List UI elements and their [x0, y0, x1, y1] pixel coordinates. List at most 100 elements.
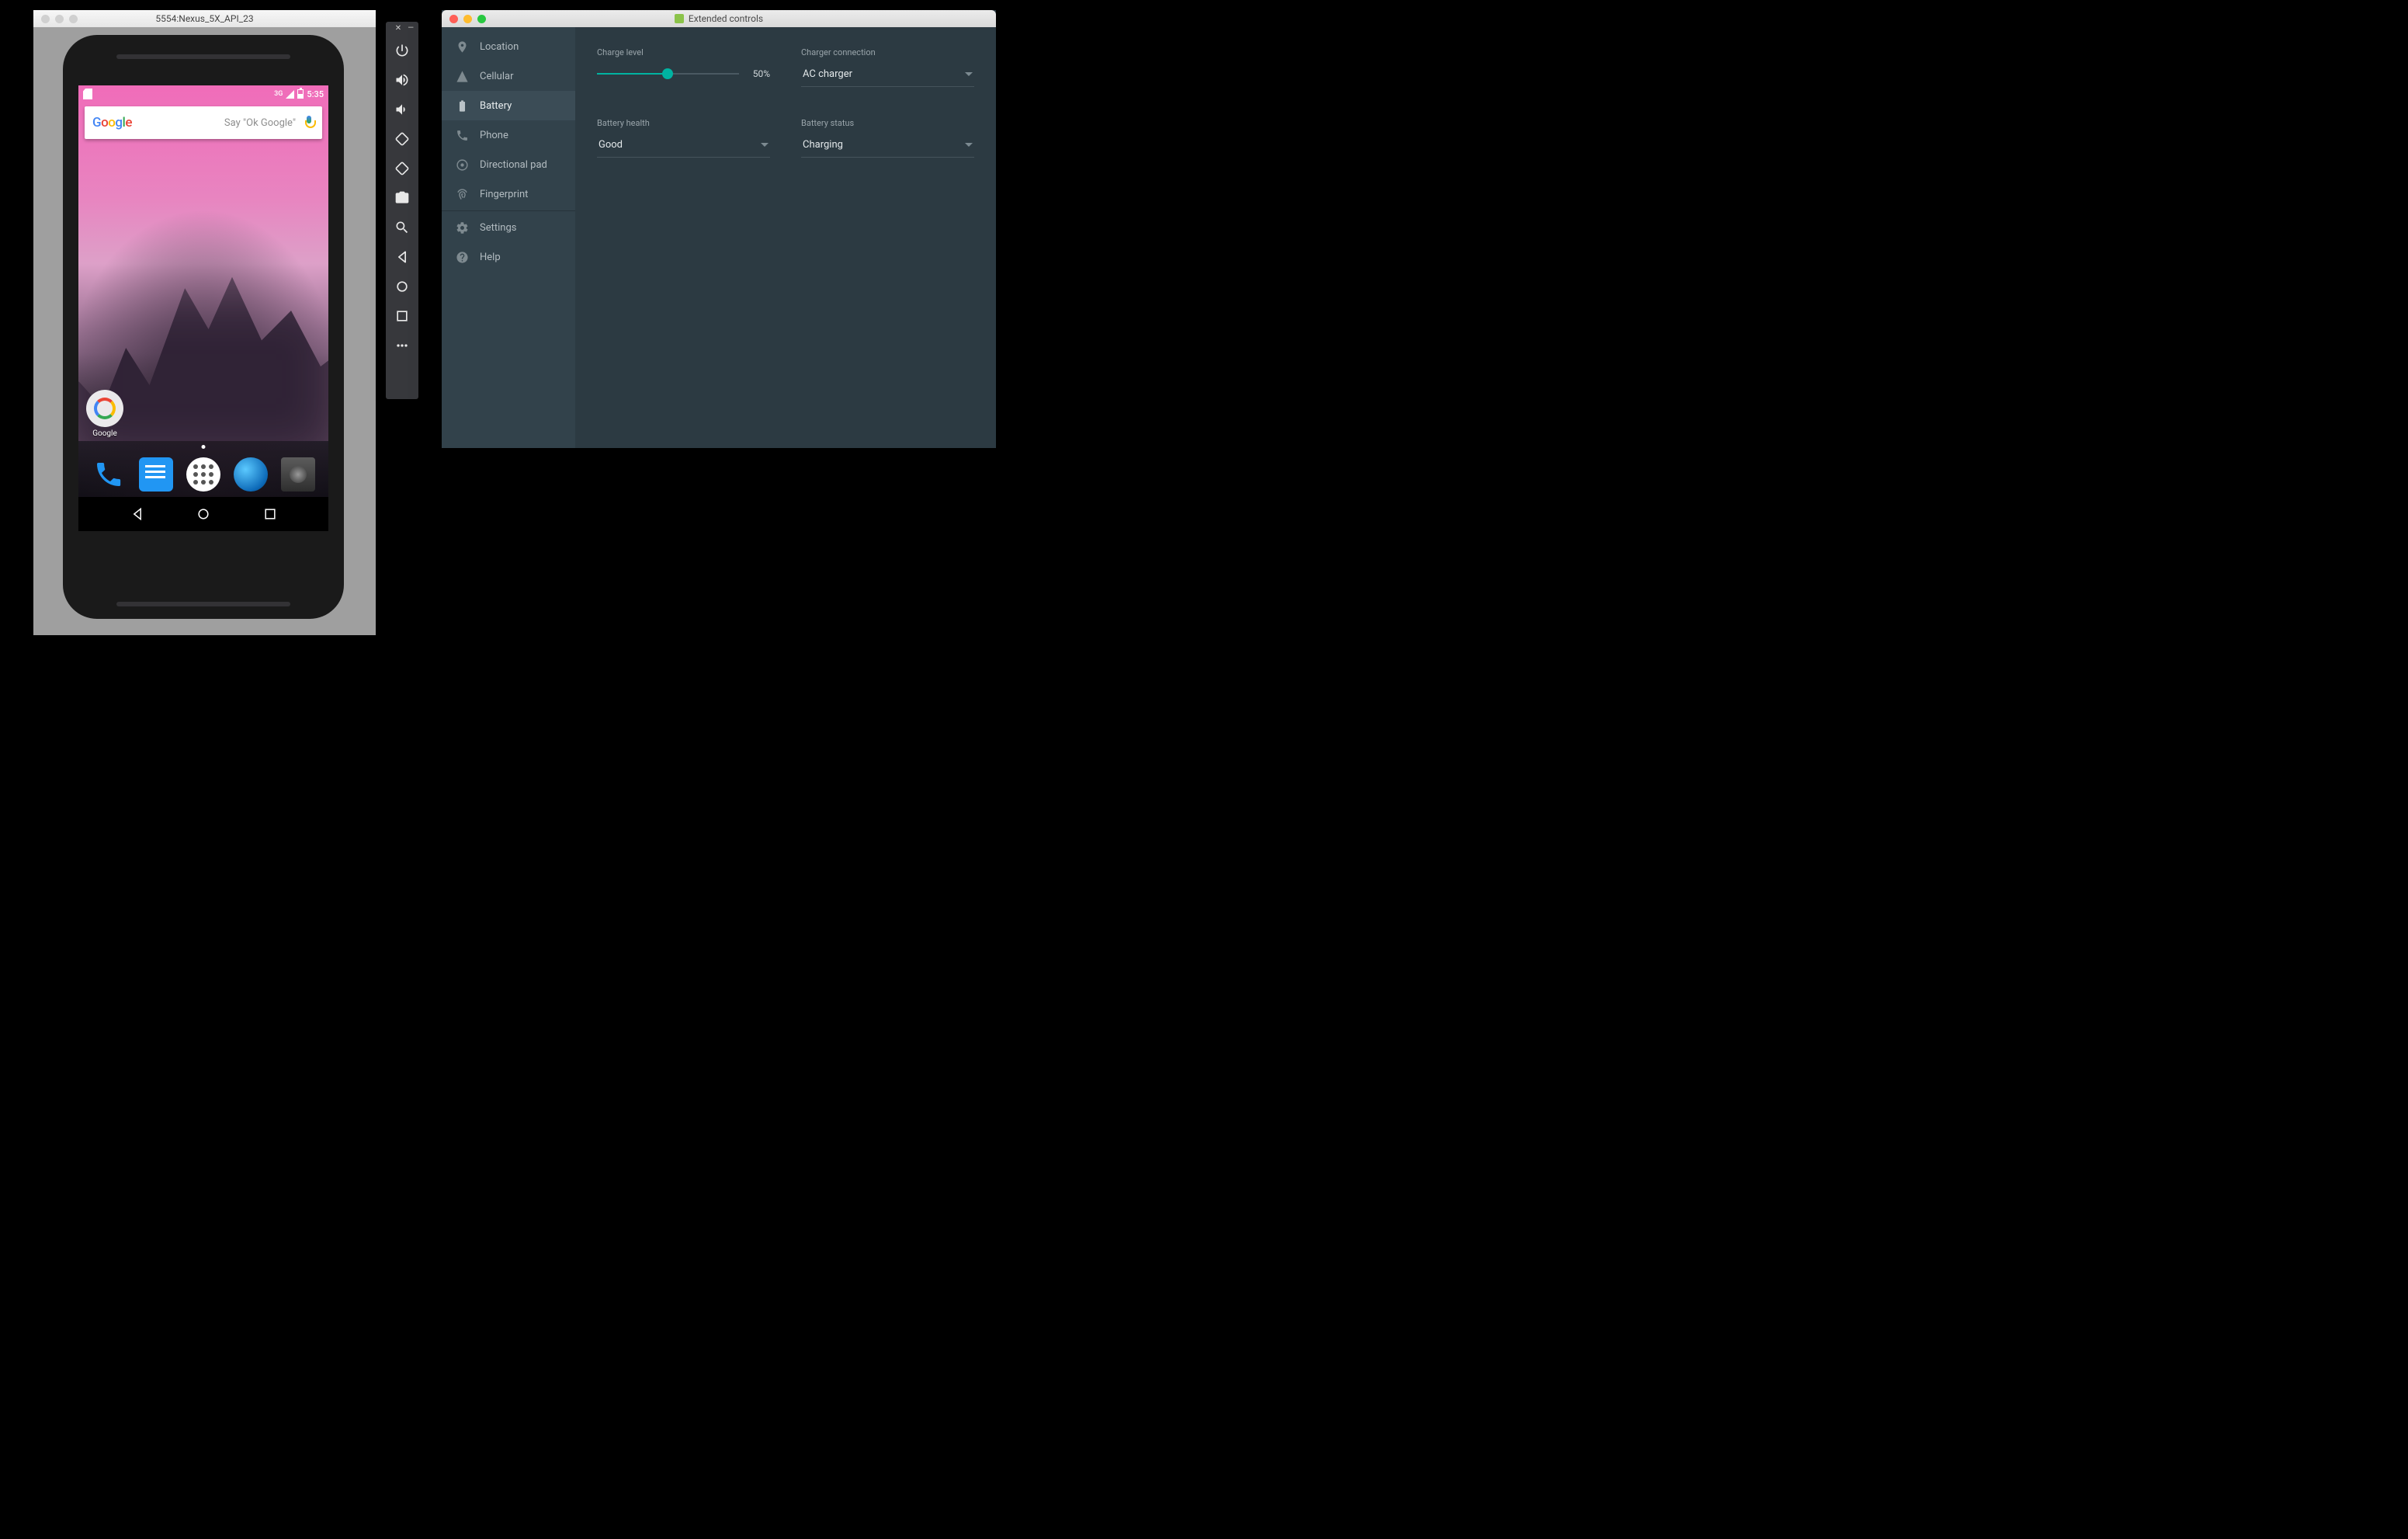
home-button[interactable] — [386, 272, 418, 301]
nav-back-button[interactable] — [130, 506, 145, 522]
extended-title: Extended controls — [442, 13, 996, 24]
chevron-down-icon — [965, 72, 973, 76]
battery-health-label: Battery health — [597, 118, 770, 128]
rotate-left-button[interactable] — [386, 124, 418, 154]
extended-titlebar[interactable]: Extended controls — [442, 10, 996, 27]
clock: 5:35 — [307, 89, 324, 99]
zoom-button[interactable] — [386, 213, 418, 242]
messages-app-icon[interactable] — [139, 457, 173, 492]
browser-app-icon[interactable] — [234, 457, 268, 492]
sidebar-item-dpad[interactable]: Directional pad — [442, 150, 575, 179]
nav-home-button[interactable] — [196, 506, 211, 522]
nav-overview-button[interactable] — [262, 506, 278, 522]
network-label: 3G — [274, 90, 283, 98]
sidebar-item-help[interactable]: Help — [442, 242, 575, 272]
charge-level-value: 50% — [753, 68, 770, 79]
battery-icon — [297, 89, 304, 99]
traffic-light-min[interactable] — [463, 15, 472, 23]
sidebar-item-settings[interactable]: Settings — [442, 213, 575, 242]
traffic-light-close[interactable] — [41, 15, 50, 23]
dropdown-value: AC charger — [803, 68, 852, 80]
slider-thumb[interactable] — [662, 68, 673, 79]
charger-connection-dropdown[interactable]: AC charger — [801, 68, 974, 87]
rotate-right-button[interactable] — [386, 154, 418, 183]
charger-connection-label: Charger connection — [801, 47, 974, 57]
home-folders-row: Google — [78, 390, 328, 438]
device-frame: 3G 5:35 Google Say "Ok Google" Google — [63, 35, 344, 619]
dpad-icon — [456, 158, 469, 172]
google-folder[interactable]: Google — [85, 390, 125, 438]
mic-icon[interactable] — [304, 116, 314, 130]
battery-icon — [456, 99, 469, 113]
sidebar-item-label: Help — [480, 252, 501, 263]
emulator-toolbar: ✕ — — [386, 22, 418, 399]
phone-app-icon[interactable] — [92, 457, 126, 492]
settings-icon — [456, 221, 469, 234]
folder-label: Google — [85, 429, 125, 438]
sidebar-item-cellular[interactable]: Cellular — [442, 61, 575, 91]
emulator-window: 5554:Nexus_5X_API_23 3G 5:35 Google Say … — [33, 10, 376, 635]
google-logo: Google — [92, 115, 132, 130]
sidebar-item-label: Battery — [480, 100, 512, 112]
battery-status-label: Battery status — [801, 118, 974, 128]
camera-app-icon[interactable] — [281, 457, 315, 492]
device-screen[interactable]: 3G 5:35 Google Say "Ok Google" Google — [78, 85, 328, 531]
android-navbar — [78, 497, 328, 531]
sidebar-item-label: Directional pad — [480, 159, 547, 171]
app-icon — [675, 14, 684, 23]
extended-sidebar: Location Cellular Battery Phone Directio… — [442, 27, 575, 448]
page-indicator — [202, 445, 206, 449]
help-icon — [456, 251, 469, 264]
cellular-icon — [456, 70, 469, 83]
signal-icon — [286, 90, 294, 99]
traffic-light-max[interactable] — [477, 15, 486, 23]
toolbar-close-icon[interactable]: ✕ — [395, 25, 401, 36]
charge-level-control: Charge level 50% — [597, 47, 770, 87]
google-g-icon — [94, 398, 116, 419]
window-traffic-lights[interactable] — [41, 15, 78, 23]
sidebar-item-battery[interactable]: Battery — [442, 91, 575, 120]
sidebar-item-label: Settings — [480, 222, 516, 234]
fingerprint-icon — [456, 188, 469, 201]
dropdown-value: Charging — [803, 139, 843, 151]
location-icon — [456, 40, 469, 54]
traffic-light-close[interactable] — [449, 15, 458, 23]
extended-controls-window: Extended controls Location Cellular Batt… — [442, 10, 996, 448]
volume-up-button[interactable] — [386, 65, 418, 95]
phone-icon — [456, 129, 469, 142]
charger-connection-control: Charger connection AC charger — [801, 47, 974, 87]
battery-health-control: Battery health Good — [597, 118, 770, 158]
chevron-down-icon — [965, 143, 973, 147]
overview-button[interactable] — [386, 301, 418, 331]
back-button[interactable] — [386, 242, 418, 272]
google-search-bar[interactable]: Google Say "Ok Google" — [85, 106, 322, 139]
more-button[interactable] — [386, 331, 418, 360]
emulator-title: 5554:Nexus_5X_API_23 — [33, 13, 376, 24]
battery-status-dropdown[interactable]: Charging — [801, 139, 974, 158]
apps-drawer-icon[interactable] — [186, 457, 220, 492]
volume-down-button[interactable] — [386, 95, 418, 124]
charge-level-slider[interactable] — [597, 73, 739, 75]
device-bottom-speaker — [116, 602, 290, 606]
slider-fill — [597, 73, 668, 75]
power-button[interactable] — [386, 36, 418, 65]
sidebar-item-phone[interactable]: Phone — [442, 120, 575, 150]
sidebar-item-location[interactable]: Location — [442, 32, 575, 61]
traffic-light-max[interactable] — [69, 15, 78, 23]
battery-health-dropdown[interactable]: Good — [597, 139, 770, 158]
extended-content: Charge level 50% Charger connection AC c… — [575, 27, 996, 448]
dock — [78, 452, 328, 497]
screenshot-button[interactable] — [386, 183, 418, 213]
sdcard-icon — [83, 89, 92, 99]
sidebar-item-label: Phone — [480, 130, 508, 141]
sidebar-item-label: Fingerprint — [480, 189, 528, 200]
emulator-titlebar[interactable]: 5554:Nexus_5X_API_23 — [33, 10, 376, 27]
search-placeholder: Say "Ok Google" — [132, 117, 304, 129]
traffic-light-min[interactable] — [55, 15, 64, 23]
toolbar-minimize-icon[interactable]: — — [408, 25, 414, 36]
charge-level-label: Charge level — [597, 47, 770, 57]
chevron-down-icon — [761, 143, 769, 147]
dropdown-value: Good — [599, 139, 623, 151]
android-status-bar[interactable]: 3G 5:35 — [78, 85, 328, 102]
sidebar-item-fingerprint[interactable]: Fingerprint — [442, 179, 575, 209]
